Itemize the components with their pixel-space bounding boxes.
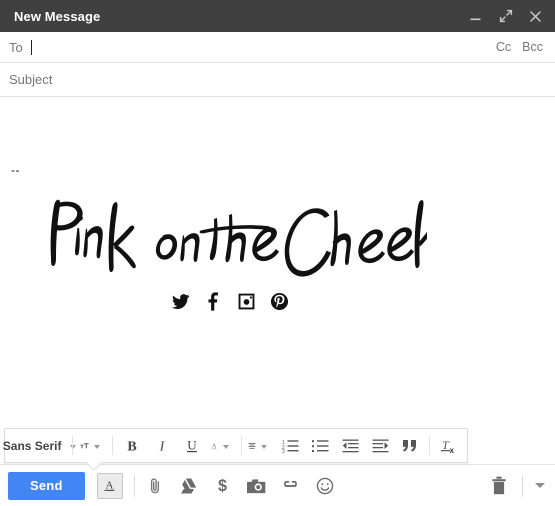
font-family-label: Sans Serif bbox=[2, 438, 62, 453]
italic-button[interactable]: I bbox=[147, 432, 177, 459]
formatting-toolbar: Sans Serif B I U A 1 2 3 T x bbox=[3, 428, 468, 463]
recipients-row: To Cc Bcc bbox=[0, 32, 555, 63]
align-button[interactable] bbox=[245, 432, 275, 459]
text-color-button[interactable]: A bbox=[207, 432, 237, 459]
bold-button[interactable]: B bbox=[117, 432, 147, 459]
subject-row[interactable]: Subject bbox=[0, 63, 555, 97]
indent-less-button[interactable] bbox=[335, 432, 365, 459]
compose-action-bar: Send A $ bbox=[0, 464, 555, 506]
discard-draft-icon[interactable] bbox=[488, 475, 510, 497]
signature-separator: -- bbox=[11, 163, 20, 177]
bulleted-list-button[interactable] bbox=[305, 432, 335, 459]
page-title: New Message bbox=[14, 8, 101, 24]
compose-window-header: New Message bbox=[0, 0, 555, 32]
svg-text:$: $ bbox=[218, 477, 227, 495]
svg-text:A: A bbox=[106, 480, 114, 492]
facebook-icon[interactable] bbox=[202, 290, 224, 312]
cc-link[interactable]: Cc bbox=[496, 40, 511, 54]
insert-photo-icon[interactable] bbox=[246, 475, 268, 497]
chevron-down-icon bbox=[261, 444, 268, 449]
close-icon[interactable] bbox=[527, 8, 544, 25]
instagram-icon[interactable] bbox=[235, 290, 257, 312]
message-body[interactable]: -- bbox=[0, 98, 555, 414]
text-cursor bbox=[30, 39, 32, 55]
toolbar-divider bbox=[429, 436, 430, 455]
window-controls bbox=[467, 8, 544, 25]
minimize-icon[interactable] bbox=[467, 8, 484, 25]
action-bar-divider-right bbox=[522, 474, 523, 497]
social-icons-row bbox=[169, 290, 545, 312]
underline-button[interactable]: U bbox=[177, 432, 207, 459]
chevron-down-icon bbox=[93, 444, 100, 449]
chevron-down-icon bbox=[222, 444, 229, 449]
insert-money-icon[interactable]: $ bbox=[212, 475, 234, 497]
svg-text:U: U bbox=[187, 438, 197, 453]
send-button[interactable]: Send bbox=[8, 471, 85, 500]
svg-text:B: B bbox=[127, 439, 136, 454]
expand-icon[interactable] bbox=[497, 8, 514, 25]
insert-icons-group: $ bbox=[144, 475, 336, 497]
svg-text:3: 3 bbox=[282, 449, 285, 453]
quote-button[interactable] bbox=[395, 432, 425, 459]
toolbar-pointer-tail bbox=[86, 462, 102, 471]
font-size-button[interactable] bbox=[77, 432, 108, 459]
bcc-link[interactable]: Bcc bbox=[522, 40, 543, 54]
to-label: To bbox=[9, 39, 23, 55]
more-options-icon[interactable] bbox=[535, 483, 545, 488]
svg-text:x: x bbox=[450, 446, 455, 454]
svg-text:I: I bbox=[158, 439, 165, 454]
twitter-icon[interactable] bbox=[169, 290, 191, 312]
to-input[interactable] bbox=[30, 32, 496, 62]
insert-link-icon[interactable] bbox=[280, 475, 302, 497]
action-bar-divider bbox=[133, 474, 135, 497]
subject-input-placeholder: Subject bbox=[9, 72, 53, 87]
insert-emoji-icon[interactable] bbox=[314, 475, 336, 497]
google-drive-icon[interactable] bbox=[178, 475, 200, 497]
ccbcc-links: Cc Bcc bbox=[496, 40, 543, 54]
numbered-list-button[interactable]: 1 2 3 bbox=[275, 432, 305, 459]
toolbar-divider bbox=[240, 436, 242, 455]
attach-file-icon[interactable] bbox=[144, 475, 166, 497]
pinterest-icon[interactable] bbox=[268, 290, 290, 312]
signature-wordmark-image bbox=[27, 182, 427, 282]
indent-more-button[interactable] bbox=[365, 432, 395, 459]
remove-formatting-button[interactable]: T x bbox=[434, 432, 464, 459]
font-family-dropdown[interactable]: Sans Serif bbox=[3, 432, 77, 459]
toolbar-divider bbox=[111, 436, 113, 455]
formatting-options-toggle[interactable]: A bbox=[96, 472, 123, 499]
toolbar-divider bbox=[72, 436, 73, 455]
